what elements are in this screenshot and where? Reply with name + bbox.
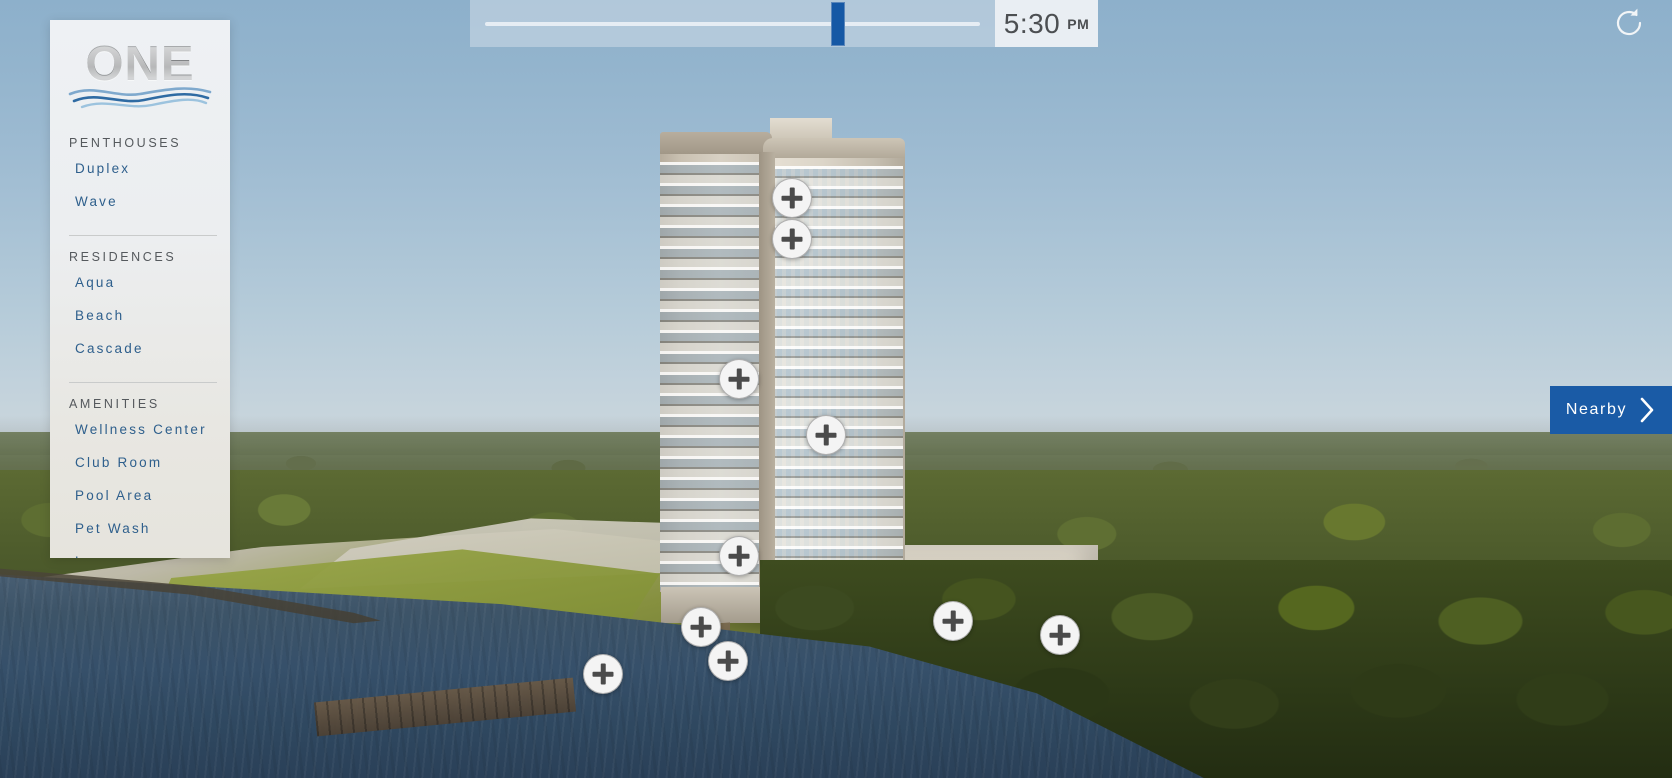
- sidebar-item-aqua[interactable]: Aqua: [50, 275, 230, 290]
- time-of-day-control[interactable]: 5:30 PM: [470, 0, 1098, 47]
- hotspot-3[interactable]: [719, 359, 759, 399]
- sidebar-item-beach[interactable]: Beach: [50, 308, 230, 323]
- hotspot-7[interactable]: [708, 641, 748, 681]
- time-meridiem: PM: [1067, 15, 1090, 32]
- hotspot-5[interactable]: [719, 536, 759, 576]
- time-value: 5:30: [1003, 7, 1061, 39]
- time-slider[interactable]: [470, 0, 995, 47]
- hotspot-9[interactable]: [933, 601, 973, 641]
- tower-roof-left: [660, 132, 772, 156]
- brand-logo[interactable]: ONE: [50, 20, 230, 122]
- sidebar-group: PENTHOUSES Duplex Wave: [50, 136, 230, 231]
- hotspot-10[interactable]: [1040, 615, 1080, 655]
- chevron-right-icon: [1640, 397, 1654, 423]
- slider-handle[interactable]: [830, 1, 845, 46]
- scene-viewport[interactable]: [0, 0, 1672, 778]
- hotspot-6[interactable]: [681, 607, 721, 647]
- nearby-button[interactable]: Nearby: [1550, 386, 1672, 434]
- tower-roof-right: [763, 138, 905, 160]
- wave-lines-icon: [68, 86, 212, 108]
- sidebar-divider: [69, 235, 217, 236]
- time-readout: 5:30 PM: [995, 0, 1098, 47]
- sidebar-item-pet-wash[interactable]: Pet Wash: [50, 521, 230, 536]
- hotspot-2[interactable]: [772, 219, 812, 259]
- sidebar-group: AMENITIES Wellness Center Club Room Pool Ar…: [50, 397, 230, 558]
- hotspot-4[interactable]: [806, 415, 846, 455]
- sidebar-section-title: PENTHOUSES: [69, 136, 182, 150]
- sidebar-item-wave[interactable]: Wave: [50, 194, 230, 209]
- nearby-label: Nearby: [1565, 401, 1628, 418]
- hotspot-1[interactable]: [772, 178, 812, 218]
- sidebar-section-title: RESIDENCES: [69, 250, 177, 264]
- logo-wordmark: ONE: [85, 36, 195, 91]
- sidebar-item-lounge[interactable]: Lounge: [50, 554, 230, 558]
- sidebar-item-cascade[interactable]: Cascade: [50, 341, 230, 356]
- sidebar-item-duplex[interactable]: Duplex: [50, 161, 230, 176]
- sidebar-section-title: AMENITIES: [69, 397, 160, 411]
- navigation-sidebar: ONE PENTHOUSES Duplex Wave RESIDENCES Aqua Be…: [50, 20, 230, 558]
- hotspot-8[interactable]: [583, 654, 623, 694]
- refresh-icon: [1616, 8, 1642, 36]
- slider-track[interactable]: [485, 21, 980, 26]
- sidebar-menu: PENTHOUSES Duplex Wave RESIDENCES Aqua Beach C…: [50, 136, 230, 558]
- application-root: ONE PENTHOUSES Duplex Wave RESIDENCES Aqua Be…: [0, 0, 1672, 778]
- sidebar-item-pool-area[interactable]: Pool Area: [50, 488, 230, 503]
- sidebar-divider: [69, 382, 217, 383]
- sidebar-item-club-room[interactable]: Club Room: [50, 455, 230, 470]
- sidebar-item-wellness-center[interactable]: Wellness Center: [50, 422, 230, 437]
- sidebar-group: RESIDENCES Aqua Beach Cascade: [50, 250, 230, 378]
- tower-core-column: [759, 152, 775, 607]
- refresh-button[interactable]: [1612, 6, 1646, 40]
